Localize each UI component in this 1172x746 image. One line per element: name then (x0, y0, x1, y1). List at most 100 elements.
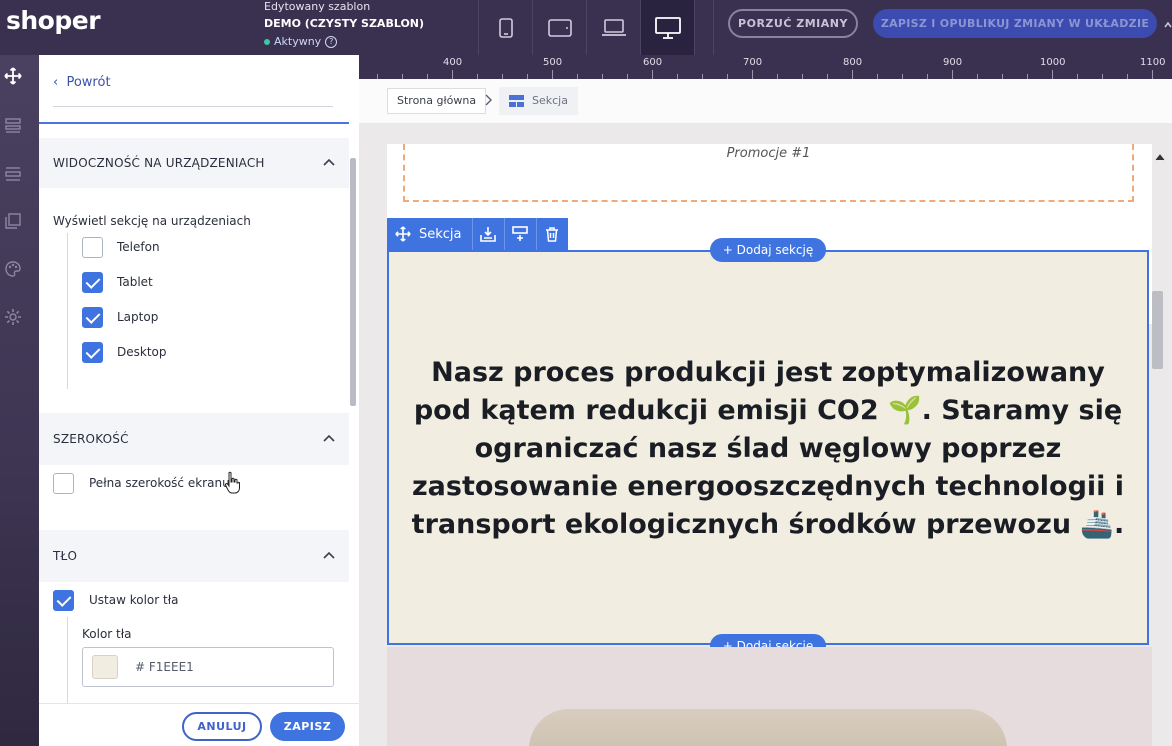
template-status: Aktywny ? (264, 35, 338, 48)
status-text: Aktywny (274, 35, 322, 48)
section-toolbar-label: Sekcja (419, 226, 462, 242)
breadcrumb-current[interactable]: Sekcja (499, 87, 578, 115)
status-dot-icon (264, 38, 270, 45)
next-section[interactable] (387, 647, 1152, 746)
section-toolbar: Sekcja (387, 218, 568, 250)
checkbox-laptop[interactable] (82, 307, 103, 328)
template-info: Edytowany szablon DEMO (CZYSTY SZABLON) … (264, 0, 474, 55)
ruler-label: 1100 (1140, 57, 1166, 68)
device-tablet-button[interactable] (532, 0, 586, 55)
breadcrumb-current-label: Sekcja (532, 94, 568, 107)
background-section-header[interactable]: TŁO (39, 530, 349, 582)
promo-module[interactable]: Promocje #1 (403, 144, 1134, 202)
checkbox-telefon[interactable] (82, 237, 103, 258)
save-button[interactable]: ZAPISZ (270, 712, 345, 741)
back-divider (53, 106, 333, 107)
background-tree-line (67, 617, 68, 703)
layout-icon[interactable] (4, 117, 22, 135)
canvas-scrollbar-thumb[interactable] (1152, 291, 1163, 369)
template-name: DEMO (CZYSTY SZABLON) (264, 17, 425, 30)
ruler-tick (1052, 70, 1053, 79)
horizontal-ruler: 400 500 600 700 800 900 1000 1100 (359, 55, 1172, 79)
ruler-tick (452, 70, 453, 79)
move-icon (395, 226, 411, 242)
chevron-up-icon[interactable] (323, 551, 335, 559)
phone-icon (498, 17, 513, 38)
delete-section-button[interactable] (535, 218, 568, 250)
checkbox-set-bg-color[interactable] (53, 590, 74, 611)
palette-icon[interactable] (4, 260, 22, 278)
chevron-right-icon (485, 94, 492, 106)
shoper-logo[interactable]: shoper (6, 6, 101, 35)
device-desktop-button[interactable] (640, 0, 694, 55)
hand-cursor-icon (224, 471, 240, 494)
ruler-label: 500 (543, 57, 563, 68)
visibility-section-header[interactable]: WIDOCZNOŚĆ NA URZĄDZENIACH (39, 138, 349, 188)
ruler-label: 900 (943, 57, 963, 68)
visibility-subtitle: Wyświetl sekcję na urządzeniach (53, 214, 251, 228)
chevron-up-icon[interactable] (323, 158, 335, 166)
panel-scrollbar-thumb[interactable] (350, 158, 356, 406)
template-editing-label: Edytowany szablon (264, 0, 371, 13)
product-image[interactable] (529, 709, 1007, 746)
checkbox-full-width[interactable] (53, 473, 74, 494)
insert-section-button[interactable] (503, 218, 536, 250)
tablet-icon (547, 18, 572, 37)
background-title: TŁO (53, 549, 78, 563)
label-set-bg-color: Ustaw kolor tła (89, 593, 179, 607)
label-desktop: Desktop (117, 345, 167, 359)
cancel-button[interactable]: ANULUJ (182, 712, 262, 741)
previous-field-underline (39, 122, 349, 124)
back-label: Powrót (66, 75, 111, 90)
section-drag-handle[interactable]: Sekcja (387, 218, 472, 250)
desktop-icon (654, 16, 681, 39)
gear-icon[interactable] (4, 308, 22, 326)
download-icon (480, 227, 496, 242)
help-icon[interactable]: ? (325, 35, 338, 48)
chevron-up-icon[interactable] (323, 434, 335, 442)
ruler-tick (652, 70, 653, 79)
save-and-publish-button[interactable]: ZAPISZ I OPUBLIKUJ ZMIANY W UKŁADZIE (873, 9, 1157, 38)
label-bg-color: Kolor tła (82, 627, 132, 641)
insert-icon (512, 226, 528, 241)
discard-changes-button[interactable]: PORZUĆ ZMIANY (728, 9, 858, 38)
chevron-left-icon: ‹ (53, 75, 59, 90)
trash-icon (546, 227, 559, 242)
ruler-label: 700 (743, 57, 763, 68)
list-icon[interactable] (4, 165, 22, 183)
visibility-title: WIDOCZNOŚĆ NA URZĄDZENIACH (53, 156, 265, 170)
scroll-up-icon[interactable] (1164, 18, 1172, 32)
device-phone-button[interactable] (478, 0, 532, 55)
bg-color-input[interactable]: # F1EEE1 (82, 647, 334, 687)
breadcrumb-home[interactable]: Strona główna (387, 88, 487, 114)
add-section-top-button[interactable]: + Dodaj sekcję (710, 238, 826, 262)
checkbox-desktop[interactable] (82, 342, 103, 363)
back-link[interactable]: ‹ Powrót (53, 75, 111, 90)
ruler-tick (852, 70, 853, 79)
selected-section[interactable]: Nasz proces produkcji jest zoptymalizowa… (387, 250, 1149, 645)
move-icon[interactable] (4, 67, 22, 85)
ruler-label: 1000 (1040, 57, 1066, 68)
ruler-label: 600 (643, 57, 663, 68)
promo-text: Promocje #1 (726, 146, 811, 161)
label-full-width: Pełna szerokość ekranu (89, 476, 230, 490)
top-bar: shoper Edytowany szablon DEMO (CZYSTY SZ… (0, 0, 1172, 55)
width-section-header[interactable]: SZEROKOŚĆ (39, 413, 349, 465)
canvas-scrollbar[interactable] (1149, 150, 1172, 746)
bg-color-swatch[interactable] (92, 655, 118, 679)
width-title: SZEROKOŚĆ (53, 432, 129, 446)
section-headline[interactable]: Nasz proces produkcji jest zoptymalizowa… (399, 354, 1137, 544)
ruler-label: 400 (443, 57, 463, 68)
pages-icon[interactable] (4, 212, 22, 230)
laptop-icon (601, 18, 626, 36)
preview-canvas: Strona główna Sekcja Promocje #1 Nasz pr… (359, 79, 1172, 746)
breadcrumb: Strona główna Sekcja (359, 79, 1172, 123)
device-divider (694, 0, 714, 55)
save-section-button[interactable] (471, 218, 504, 250)
visibility-tree-line (67, 233, 68, 389)
label-laptop: Laptop (117, 310, 159, 324)
label-telefon: Telefon (117, 240, 160, 254)
checkbox-tablet[interactable] (82, 272, 103, 293)
panel-footer: ANULUJ ZAPISZ (39, 703, 359, 746)
device-laptop-button[interactable] (586, 0, 640, 55)
